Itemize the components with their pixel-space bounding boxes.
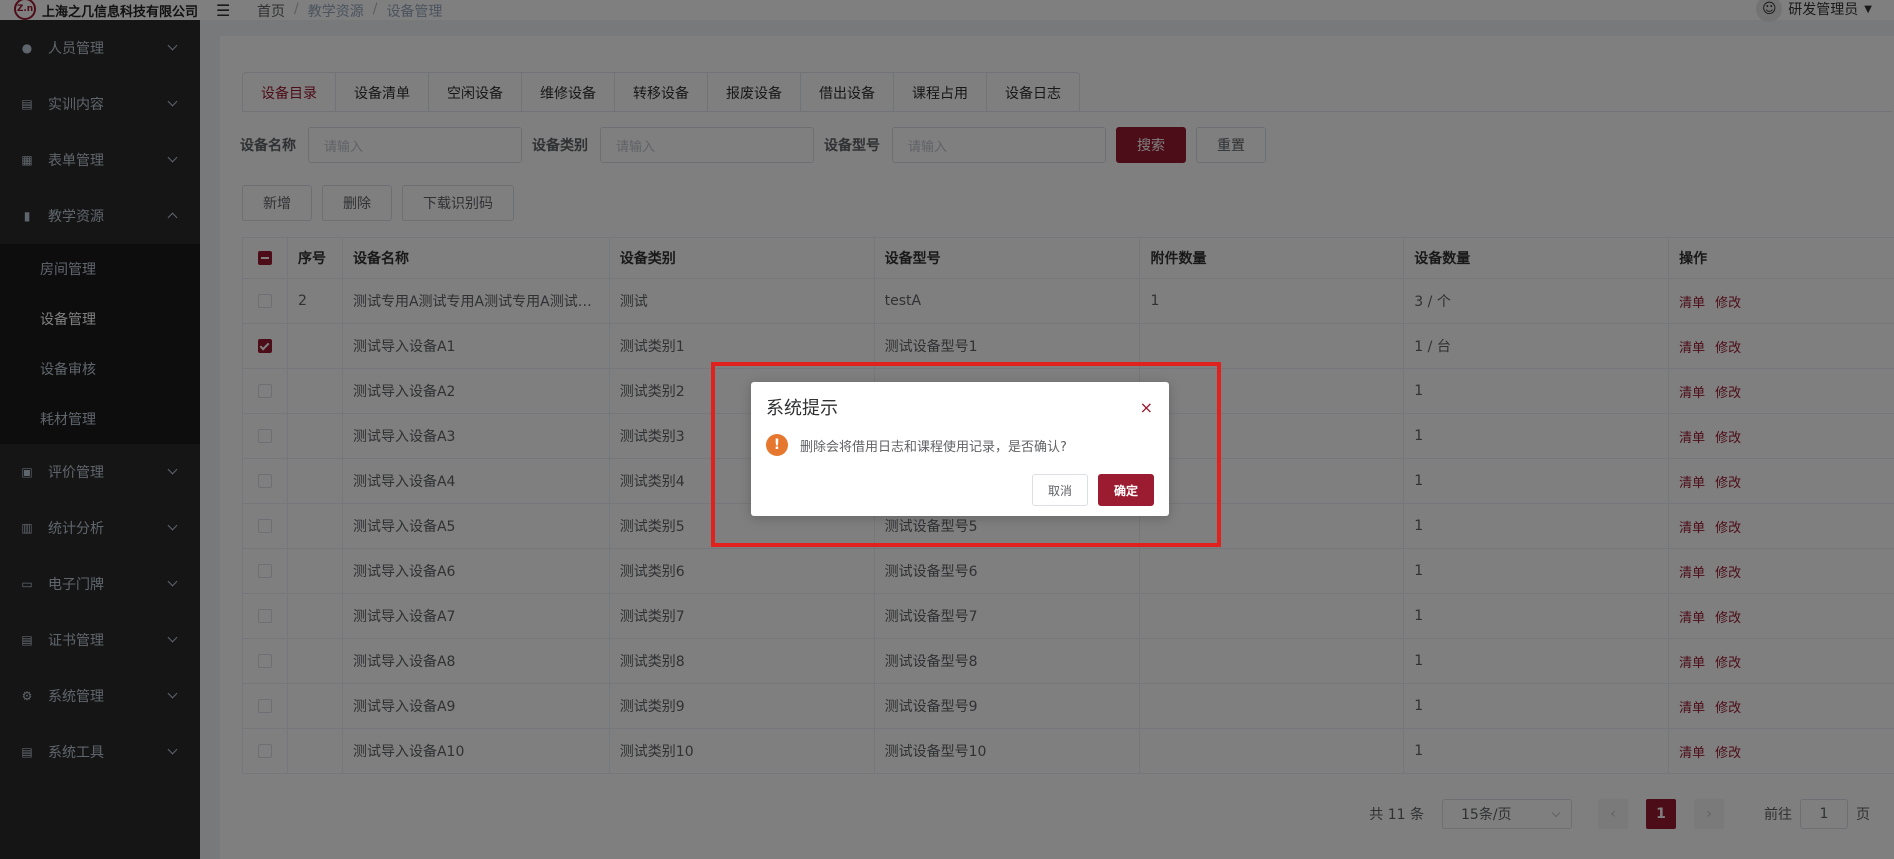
warning-icon: ! [766,434,788,456]
close-icon[interactable]: × [1140,400,1153,416]
dialog-actions: 取消 确定 [1031,474,1154,506]
dialog-message: 删除会将借用日志和课程使用记录，是否确认? [800,439,1067,455]
dialog-title: 系统提示 [766,398,838,419]
confirm-button[interactable]: 确定 [1097,474,1154,506]
cancel-button[interactable]: 取消 [1031,474,1088,506]
dialog-body: ! 删除会将借用日志和课程使用记录，是否确认? [766,434,1067,456]
confirm-dialog: 系统提示 × ! 删除会将借用日志和课程使用记录，是否确认? 取消 确定 [751,382,1169,516]
